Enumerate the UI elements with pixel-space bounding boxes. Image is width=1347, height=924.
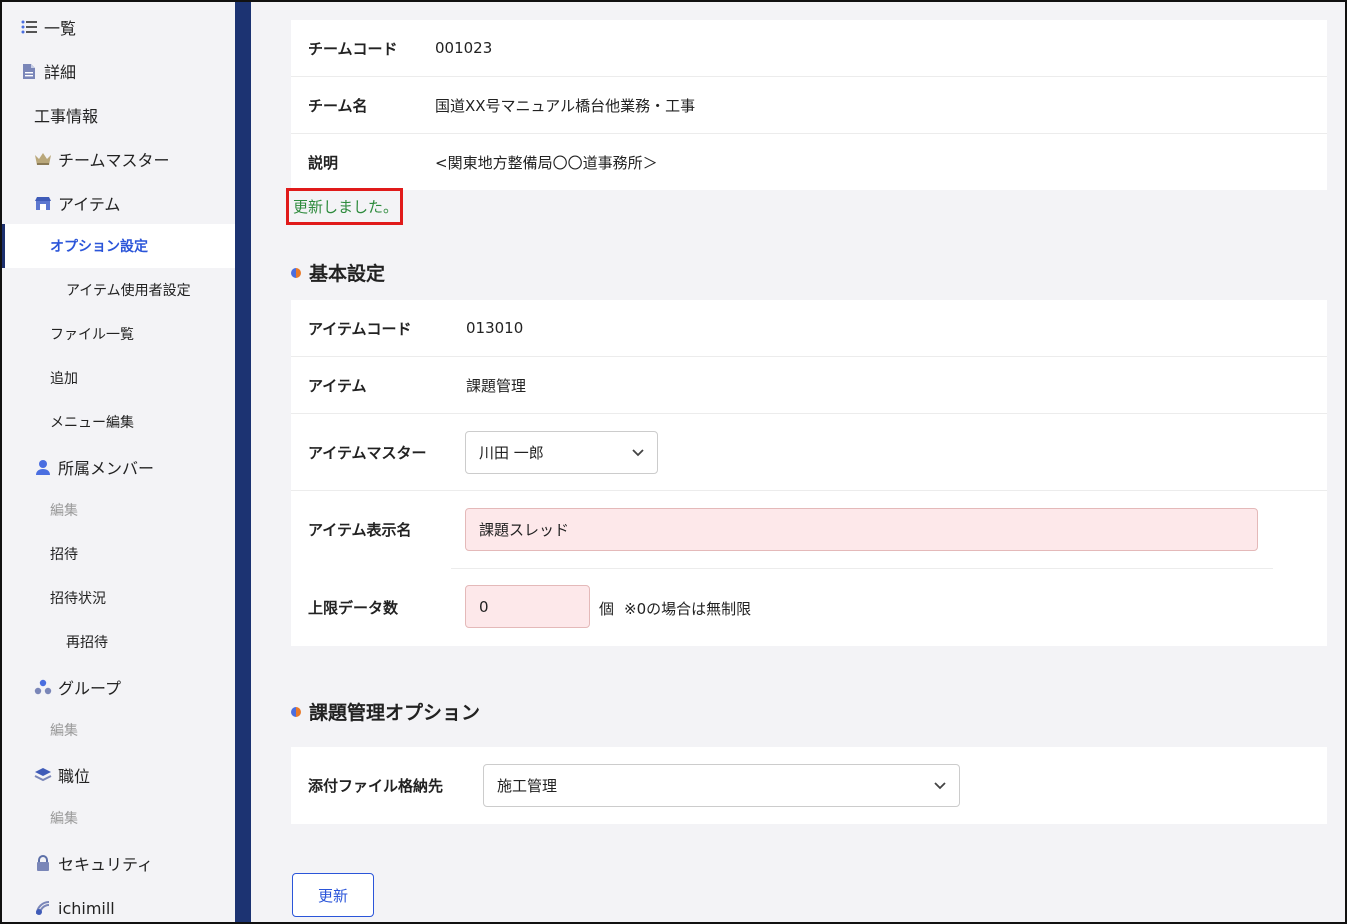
sidebar-item-label: 招待 (50, 547, 78, 563)
sidebar-item-team-master[interactable]: チームマスター (2, 137, 235, 181)
sidebar-item-item-user-settings[interactable]: アイテム使用者設定 (2, 268, 235, 312)
display-name-input[interactable]: 課題スレッド (465, 508, 1258, 551)
sidebar-item-label: チームマスター (58, 151, 170, 170)
sidebar-item-label: ichimill (58, 898, 115, 918)
sidebar-item-label: オプション設定 (50, 239, 148, 255)
attachment-folder-selected: 施工管理 (497, 777, 558, 795)
sidebar-item-construction-info[interactable]: 工事情報 (2, 93, 235, 137)
sidebar-item-invite-status[interactable]: 招待状況 (2, 576, 235, 620)
basic-settings-card: アイテムコード 013010 アイテム 課題管理 アイテムマスター 川田 一郎 … (291, 300, 1327, 646)
display-name-label: アイテム表示名 (308, 521, 412, 539)
limit-input[interactable]: 0 (465, 585, 590, 628)
basic-settings-title: 基本設定 (309, 263, 386, 285)
team-name-row: チーム名 国道XX号マニュアル橋台他業務・工事 (291, 77, 1327, 134)
option-title: 課題管理オプション (309, 702, 481, 724)
sidebar-item-invite[interactable]: 招待 (2, 532, 235, 576)
sidebar-item-item[interactable]: アイテム (2, 181, 235, 225)
sidebar-item-reinvite[interactable]: 再招待 (2, 620, 235, 664)
sidebar-item-label: 追加 (50, 371, 78, 387)
sidebar-item-label: 編集 (50, 811, 78, 827)
item-label: アイテム (308, 376, 367, 395)
item-code-value: 013010 (466, 319, 524, 337)
layers-icon (34, 766, 52, 784)
chevron-down-icon (631, 445, 645, 463)
sidebar-item-label: メニュー編集 (50, 415, 134, 431)
limit-note: ※0の場合は無制限 (624, 600, 752, 618)
sidebar-item-security[interactable]: セキュリティ (2, 841, 235, 885)
sidebar-item-label: グループ (58, 679, 122, 698)
limit-label: 上限データ数 (308, 599, 399, 617)
sidebar-item-label: 所属メンバー (58, 459, 155, 478)
option-heading: 課題管理オプション (291, 698, 480, 725)
team-name-label: チーム名 (308, 96, 368, 115)
sidebar-item-detail[interactable]: 詳細 (2, 49, 235, 93)
crown-icon (34, 150, 52, 168)
sidebar-item-label: 職位 (58, 767, 91, 786)
sidebar-item-label: 再招待 (66, 635, 108, 651)
sidebar-item-label: 一覧 (44, 19, 77, 38)
attachment-folder-label: 添付ファイル格納先 (308, 777, 444, 795)
sidebar-item-group-edit[interactable]: 編集 (2, 708, 235, 752)
status-message: 更新しました。 (286, 188, 403, 225)
sidebar-item-label: アイテム (58, 195, 121, 214)
item-master-select[interactable]: 川田 一郎 (465, 431, 658, 474)
sidebar-item-label: 招待状況 (50, 591, 106, 607)
team-code-value: 001023 (435, 39, 493, 57)
store-icon (34, 194, 52, 212)
item-master-row: アイテムマスター 川田 一郎 (291, 414, 1327, 491)
sidebar-item-members[interactable]: 所属メンバー (2, 445, 235, 489)
item-master-label: アイテムマスター (308, 443, 427, 462)
item-code-label: アイテムコード (308, 319, 412, 338)
attachment-folder-row: 添付ファイル格納先 施工管理 (291, 747, 1327, 824)
sidebar-item-list[interactable]: 一覧 (2, 5, 235, 49)
main-content: チームコード 001023 チーム名 国道XX号マニュアル橋台他業務・工事 説明… (251, 2, 1345, 922)
team-desc-label: 説明 (308, 153, 339, 172)
display-name-row: アイテム表示名 課題スレッド (291, 491, 1327, 568)
section-bullet-icon (291, 267, 301, 278)
sidebar-item-label: アイテム使用者設定 (66, 283, 191, 299)
attachment-folder-select[interactable]: 施工管理 (483, 764, 960, 807)
option-card: 添付ファイル格納先 施工管理 (291, 747, 1327, 824)
sidebar-item-ichimill[interactable]: ichimill (2, 886, 235, 922)
item-master-selected: 川田 一郎 (479, 444, 544, 462)
team-desc-value: <関東地方整備局〇〇道事務所＞ (435, 153, 658, 172)
group-icon (34, 678, 52, 696)
team-name-value: 国道XX号マニュアル橋台他業務・工事 (435, 96, 696, 115)
sidebar-item-add[interactable]: 追加 (2, 356, 235, 400)
sidebar-divider (235, 2, 251, 922)
sidebar-item-label: セキュリティ (58, 855, 154, 874)
item-row: アイテム 課題管理 (291, 357, 1327, 414)
document-icon (20, 62, 38, 80)
app-window: 一覧 詳細 工事情報 チームマスター アイテム オプション設定 アイテム使用者設… (0, 0, 1347, 924)
sidebar-item-members-edit[interactable]: 編集 (2, 488, 235, 532)
list-icon (20, 18, 38, 36)
sidebar-item-label: ファイル一覧 (50, 327, 134, 343)
sidebar-item-label: 工事情報 (34, 107, 99, 126)
team-code-row: チームコード 001023 (291, 20, 1327, 77)
sidebar-item-label: 編集 (50, 503, 78, 519)
team-desc-row: 説明 <関東地方整備局〇〇道事務所＞ (291, 134, 1327, 190)
sidebar-item-position[interactable]: 職位 (2, 753, 235, 797)
team-info-card: チームコード 001023 チーム名 国道XX号マニュアル橋台他業務・工事 説明… (291, 20, 1327, 190)
sidebar-item-label: 詳細 (44, 63, 77, 82)
team-code-label: チームコード (308, 39, 398, 58)
sidebar: 一覧 詳細 工事情報 チームマスター アイテム オプション設定 アイテム使用者設… (2, 2, 235, 922)
sidebar-item-group[interactable]: グループ (2, 665, 235, 709)
sidebar-item-option-settings[interactable]: オプション設定 (2, 224, 235, 268)
update-button[interactable]: 更新 (292, 873, 374, 917)
section-bullet-icon (291, 706, 301, 717)
sidebar-item-menu-edit[interactable]: メニュー編集 (2, 400, 235, 444)
ichimill-icon (34, 899, 52, 917)
limit-row: 上限データ数 0 個 ※0の場合は無制限 (291, 569, 1327, 646)
item-code-row: アイテムコード 013010 (291, 300, 1327, 357)
limit-unit: 個 (599, 600, 615, 618)
sidebar-item-file-list[interactable]: ファイル一覧 (2, 312, 235, 356)
user-icon (34, 458, 52, 476)
sidebar-item-position-edit[interactable]: 編集 (2, 796, 235, 840)
item-value: 課題管理 (466, 376, 527, 395)
sidebar-item-label: 編集 (50, 723, 78, 739)
chevron-down-icon (933, 778, 947, 796)
basic-settings-heading: 基本設定 (291, 259, 385, 286)
lock-icon (34, 854, 52, 872)
